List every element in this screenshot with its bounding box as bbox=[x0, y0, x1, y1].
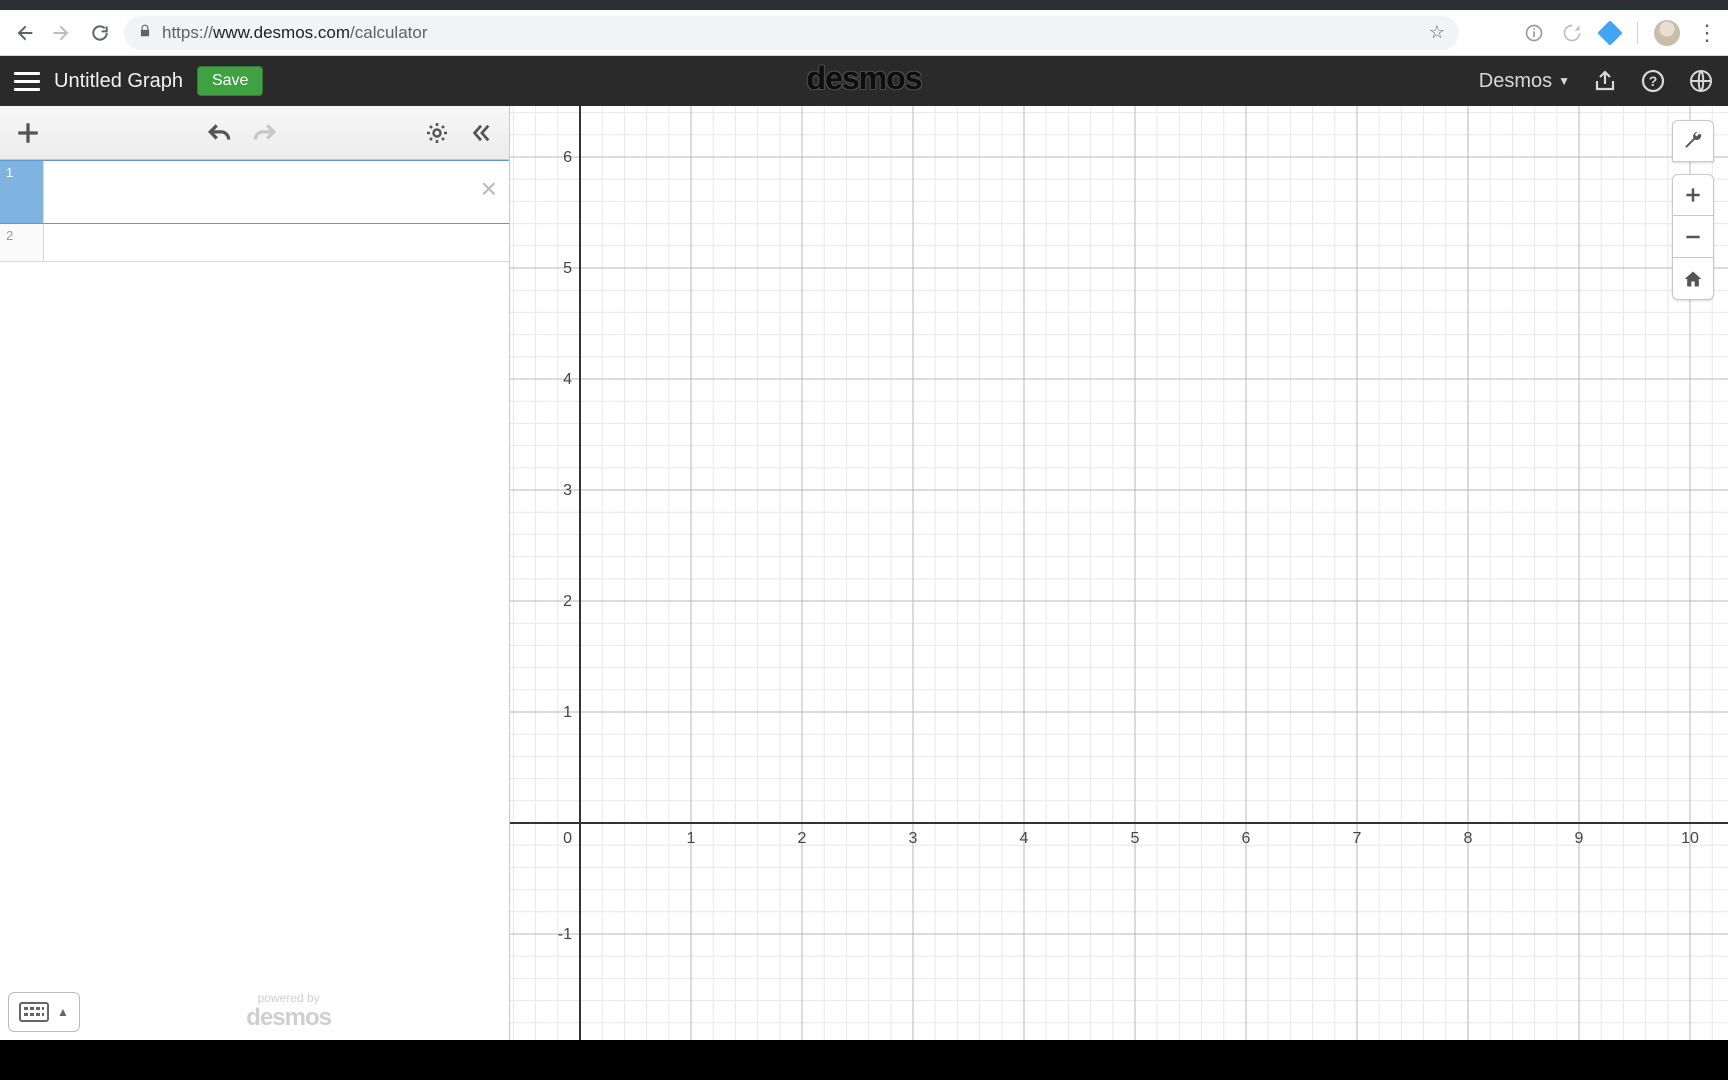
browser-toolbar: https:// www.desmos.com /calculator ☆ ⋮ bbox=[0, 10, 1728, 56]
browser-address-bar[interactable]: https:// www.desmos.com /calculator ☆ bbox=[124, 16, 1459, 50]
graph-area[interactable]: 0 1 2 3 4 5 6 7 8 9 10 -1 1 2 3 4 5 6 bbox=[510, 106, 1728, 1040]
expression-list: 1 × 2 bbox=[0, 160, 509, 1040]
url-path: /calculator bbox=[350, 23, 427, 43]
arrow-left-icon bbox=[14, 23, 34, 43]
desmos-dropdown[interactable]: Desmos ▼ bbox=[1479, 70, 1570, 93]
chevron-up-icon: ▲ bbox=[57, 1005, 69, 1019]
help-icon: ? bbox=[1641, 69, 1665, 93]
arrow-right-icon bbox=[52, 23, 72, 43]
undo-icon bbox=[207, 122, 233, 144]
bottom-bar bbox=[0, 1040, 1728, 1080]
svg-text:8: 8 bbox=[1464, 830, 1473, 847]
graph-title[interactable]: Untitled Graph bbox=[54, 70, 183, 93]
svg-text:2: 2 bbox=[798, 830, 807, 847]
expression-panel: 1 × 2 ▲ powered by desmos bbox=[0, 106, 510, 1040]
expression-row[interactable]: 1 × bbox=[0, 160, 509, 224]
bookmark-star-icon[interactable]: ☆ bbox=[1429, 22, 1445, 43]
svg-text:10: 10 bbox=[1681, 830, 1699, 847]
chevron-down-icon: ▼ bbox=[1558, 74, 1570, 88]
minus-icon bbox=[1683, 227, 1703, 247]
app-header: Untitled Graph Save desmos Desmos ▼ ? bbox=[0, 56, 1728, 106]
svg-text:-1: -1 bbox=[558, 926, 572, 943]
svg-text:5: 5 bbox=[563, 260, 572, 277]
browser-reload-button[interactable] bbox=[86, 19, 114, 47]
expression-index: 2 bbox=[0, 224, 44, 261]
extension-info-icon[interactable] bbox=[1523, 22, 1545, 44]
expression-index: 1 bbox=[0, 161, 44, 223]
powered-big: desmos bbox=[246, 1005, 331, 1031]
desmos-dropdown-label: Desmos bbox=[1479, 70, 1552, 93]
browser-back-button[interactable] bbox=[10, 19, 38, 47]
zoom-out-button[interactable] bbox=[1672, 216, 1714, 258]
browser-tab-strip bbox=[0, 0, 1728, 10]
plus-icon bbox=[15, 120, 41, 146]
expression-row[interactable]: 2 bbox=[0, 224, 509, 262]
browser-menu-button[interactable]: ⋮ bbox=[1696, 20, 1718, 46]
url-scheme: https:// bbox=[162, 23, 213, 43]
keyboard-icon bbox=[19, 1002, 49, 1022]
browser-right-controls: ⋮ bbox=[1523, 20, 1718, 46]
redo-icon bbox=[251, 122, 277, 144]
graph-canvas[interactable]: 0 1 2 3 4 5 6 7 8 9 10 -1 1 2 3 4 5 6 bbox=[510, 106, 1728, 1040]
delete-expression-button[interactable]: × bbox=[481, 175, 497, 203]
reload-icon bbox=[90, 23, 110, 43]
lock-icon bbox=[138, 24, 152, 41]
graph-controls bbox=[1672, 120, 1714, 300]
graph-settings-button[interactable] bbox=[1672, 120, 1714, 162]
expression-toolbar bbox=[0, 106, 509, 160]
header-right-controls: Desmos ▼ ? bbox=[1479, 68, 1714, 94]
chevron-double-left-icon bbox=[470, 122, 492, 144]
svg-text:1: 1 bbox=[687, 830, 696, 847]
help-button[interactable]: ? bbox=[1640, 68, 1666, 94]
gear-icon bbox=[425, 121, 449, 145]
svg-text:4: 4 bbox=[563, 371, 572, 388]
home-icon bbox=[1683, 269, 1703, 289]
workspace: 1 × 2 ▲ powered by desmos 012345678910-1… bbox=[0, 106, 1728, 1040]
main-menu-button[interactable] bbox=[14, 68, 40, 94]
expression-input[interactable] bbox=[44, 161, 509, 223]
extension-refresh-icon[interactable] bbox=[1561, 22, 1583, 44]
svg-text:5: 5 bbox=[1131, 830, 1140, 847]
url-host: www.desmos.com bbox=[213, 23, 350, 43]
svg-text:3: 3 bbox=[563, 482, 572, 499]
powered-by-label: powered by desmos bbox=[246, 992, 501, 1032]
svg-text:6: 6 bbox=[1242, 830, 1251, 847]
undo-button[interactable] bbox=[202, 115, 238, 151]
separator bbox=[1637, 22, 1638, 44]
brand-logo: desmos bbox=[807, 60, 922, 97]
collapse-panel-button[interactable] bbox=[463, 115, 499, 151]
settings-button[interactable] bbox=[419, 115, 455, 151]
share-button[interactable] bbox=[1592, 68, 1618, 94]
expression-input[interactable] bbox=[44, 224, 509, 261]
save-button[interactable]: Save bbox=[197, 66, 263, 96]
language-button[interactable] bbox=[1688, 68, 1714, 94]
browser-url: https:// www.desmos.com /calculator bbox=[162, 23, 428, 43]
zoom-in-button[interactable] bbox=[1672, 174, 1714, 216]
keypad-toggle-button[interactable]: ▲ bbox=[8, 992, 80, 1032]
wrench-icon bbox=[1682, 130, 1704, 152]
extension-diamond-icon[interactable] bbox=[1599, 22, 1621, 44]
zoom-home-button[interactable] bbox=[1672, 258, 1714, 300]
svg-text:9: 9 bbox=[1575, 830, 1584, 847]
svg-text:1: 1 bbox=[563, 704, 572, 721]
svg-text:7: 7 bbox=[1353, 830, 1362, 847]
share-icon bbox=[1593, 69, 1617, 93]
add-expression-button[interactable] bbox=[10, 115, 46, 151]
svg-text:6: 6 bbox=[563, 149, 572, 166]
svg-text:0: 0 bbox=[563, 830, 572, 847]
plus-icon bbox=[1683, 185, 1703, 205]
svg-text:4: 4 bbox=[1020, 830, 1029, 847]
redo-button[interactable] bbox=[246, 115, 282, 151]
svg-text:2: 2 bbox=[563, 593, 572, 610]
desmos-logo-text: desmos bbox=[807, 60, 922, 96]
globe-icon bbox=[1689, 69, 1713, 93]
profile-avatar[interactable] bbox=[1654, 20, 1680, 46]
browser-forward-button[interactable] bbox=[48, 19, 76, 47]
svg-text:3: 3 bbox=[909, 830, 918, 847]
svg-text:?: ? bbox=[1649, 73, 1658, 89]
